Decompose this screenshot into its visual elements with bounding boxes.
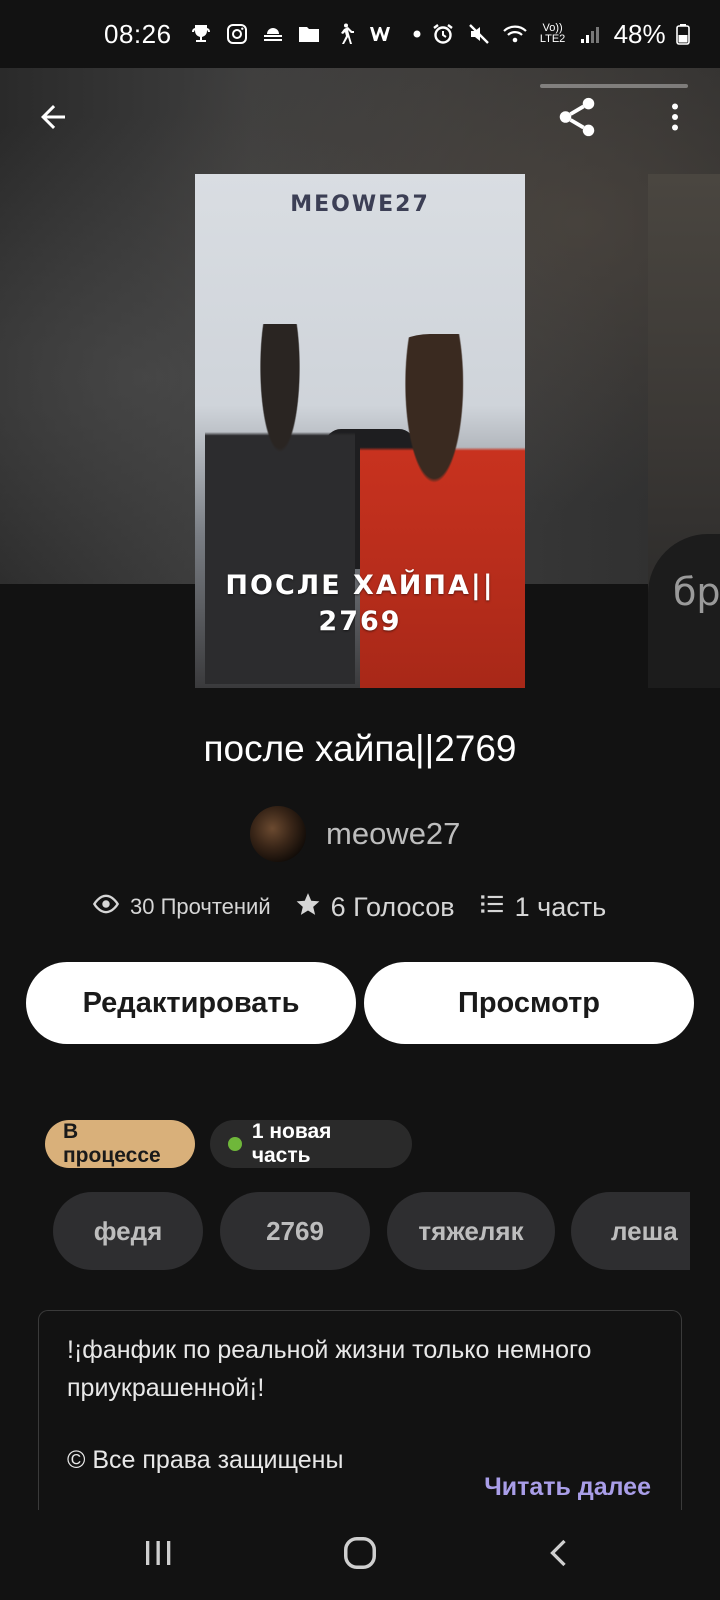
votes-stat: 6 Голосов bbox=[295, 891, 455, 924]
tag-2769[interactable]: 2769 bbox=[220, 1192, 370, 1270]
story-stats: 30 Прочтений 6 Голосов 1 часть bbox=[92, 890, 606, 924]
battery-percent: 48% bbox=[613, 18, 666, 49]
cover-title-line2: 2769 bbox=[318, 606, 402, 637]
votes-count: 6 Голосов bbox=[330, 891, 455, 922]
dot-icon bbox=[404, 21, 430, 47]
folder-icon bbox=[296, 21, 322, 47]
author-name[interactable]: meowe27 bbox=[326, 816, 460, 852]
wifi-icon bbox=[502, 21, 528, 47]
story-title: после хайпа||2769 bbox=[203, 728, 517, 769]
home-icon bbox=[341, 1534, 379, 1577]
home-button[interactable] bbox=[330, 1528, 390, 1582]
mute-icon bbox=[466, 21, 492, 47]
cover-title-text: ПОСЛЕ ХАЙПА|| 2769 bbox=[195, 568, 525, 640]
recents-button[interactable] bbox=[128, 1528, 188, 1582]
status-bar: 08:26 Vo)) LTE2 48% bbox=[0, 0, 720, 68]
edit-button[interactable]: Редактировать bbox=[26, 962, 356, 1044]
story-cover[interactable]: MEOWE27 ПОСЛЕ ХАЙПА|| 2769 bbox=[195, 174, 525, 688]
read-more-link[interactable]: Читать далее bbox=[484, 1473, 651, 1502]
reads-count: 30 Прочтений bbox=[130, 894, 271, 919]
tag-lesha[interactable]: леша bbox=[571, 1192, 690, 1270]
eye-icon bbox=[92, 890, 120, 924]
description-line-2: приукрашенной¡! bbox=[67, 1374, 265, 1402]
cloud-icon bbox=[260, 21, 286, 47]
recents-icon bbox=[140, 1535, 176, 1576]
reads-stat: 30 Прочтений bbox=[92, 890, 271, 924]
battery-icon bbox=[675, 21, 690, 47]
tag-tyazhelyak[interactable]: тяжеляк bbox=[387, 1192, 555, 1270]
share-button[interactable] bbox=[552, 94, 602, 144]
w-icon bbox=[368, 21, 394, 47]
more-vertical-icon bbox=[657, 99, 693, 140]
list-icon bbox=[479, 891, 505, 924]
signal-icon bbox=[578, 21, 604, 47]
avatar[interactable] bbox=[250, 806, 306, 862]
cover-author-text: MEOWE27 bbox=[290, 192, 430, 217]
share-icon bbox=[554, 94, 600, 145]
status-time: 08:26 bbox=[104, 18, 172, 49]
cover-title-line1: ПОСЛЕ ХАЙПА|| bbox=[225, 570, 495, 601]
network-label: Vo)) LTE2 bbox=[539, 22, 566, 45]
new-part-badge: 1 новая часть bbox=[210, 1120, 412, 1168]
tags-row[interactable]: федя 2769 тяжеляк леша bbox=[53, 1192, 690, 1270]
system-back-button[interactable] bbox=[530, 1528, 590, 1582]
parts-count: 1 часть bbox=[514, 891, 607, 922]
view-button[interactable]: Просмотр bbox=[364, 962, 694, 1044]
next-story-cover[interactable]: бр bbox=[648, 174, 720, 688]
description-line-1: !¡фанфик по реальной жизни только немног… bbox=[67, 1336, 592, 1364]
alarm-icon bbox=[430, 21, 456, 47]
new-part-label: 1 новая часть bbox=[251, 1120, 332, 1167]
status-badge: В процессе bbox=[45, 1120, 195, 1168]
next-cover-text: бр bbox=[673, 570, 720, 614]
description-box: !¡фанфик по реальной жизни только немног… bbox=[38, 1310, 682, 1520]
instagram-icon bbox=[224, 21, 250, 47]
chevron-left-icon bbox=[542, 1535, 578, 1576]
back-button[interactable] bbox=[28, 94, 78, 144]
walk-icon bbox=[332, 21, 358, 47]
author-row[interactable]: meowe27 bbox=[250, 806, 460, 862]
star-icon bbox=[295, 891, 321, 924]
arrow-left-icon bbox=[35, 99, 71, 140]
new-indicator-dot bbox=[228, 1137, 242, 1151]
more-options-button[interactable] bbox=[650, 94, 700, 144]
system-navigation-bar bbox=[0, 1510, 720, 1600]
scroll-indicator bbox=[540, 84, 688, 88]
parts-stat: 1 часть bbox=[479, 891, 607, 924]
trophy-icon bbox=[188, 21, 214, 47]
tag-fedya[interactable]: федя bbox=[53, 1192, 203, 1270]
